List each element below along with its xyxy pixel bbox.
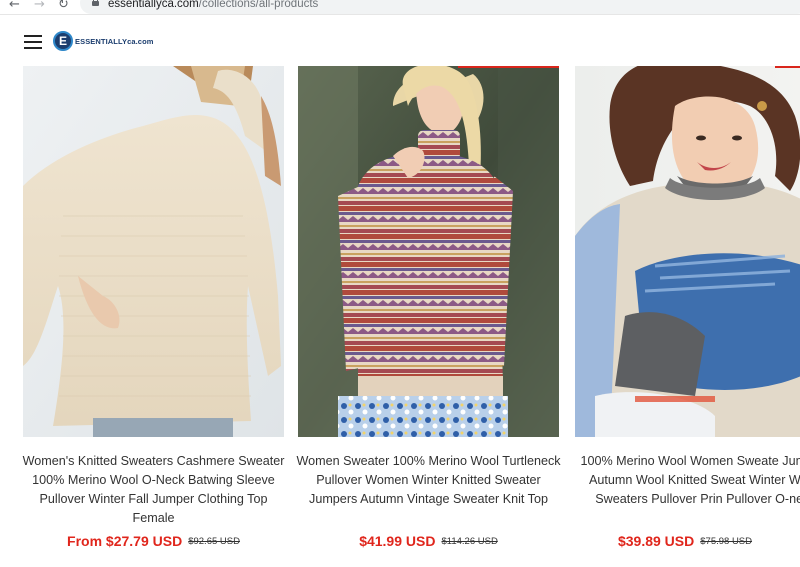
reload-icon[interactable]: ↻ xyxy=(58,0,69,12)
site-header: ESSENTIALLYca.com xyxy=(0,14,800,66)
product-image[interactable] xyxy=(298,66,559,437)
price-row: $41.99 USD $114.26 USD xyxy=(298,533,559,551)
url-path: /collections/all-products xyxy=(198,0,319,10)
product-card[interactable]: 100% Merino Wool Women Sweate Jumpers Au… xyxy=(575,66,800,567)
product-image[interactable] xyxy=(23,66,284,437)
lock-icon xyxy=(92,0,99,6)
browser-toolbar: ← → ↻ essentiallyca.com/collections/all-… xyxy=(0,0,800,14)
product-grid: Women's Knitted Sweaters Cashmere Sweate… xyxy=(0,66,800,567)
logo-mark-icon xyxy=(53,31,73,51)
product-card[interactable]: Women Sweater 100% Merino Wool Turtlenec… xyxy=(296,66,561,567)
price-row: $39.89 USD $75.98 USD xyxy=(575,533,795,551)
url-text: essentiallyca.com/collections/all-produc… xyxy=(108,0,318,10)
menu-icon[interactable] xyxy=(24,35,42,49)
compare-price: $114.26 USD xyxy=(441,536,498,547)
compare-price: $75.98 USD xyxy=(700,536,753,547)
site-logo[interactable]: ESSENTIALLYca.com xyxy=(53,31,154,51)
product-title[interactable]: 100% Merino Wool Women Sweate Jumpers Au… xyxy=(575,452,800,509)
product-price: $39.89 USD xyxy=(617,533,695,549)
url-domain: essentiallyca.com xyxy=(108,0,199,10)
product-price: From $27.79 USD xyxy=(67,533,183,549)
price-row: From $27.79 USD $92.65 USD xyxy=(23,533,284,551)
product-title[interactable]: Women Sweater 100% Merino Wool Turtlenec… xyxy=(292,452,565,509)
forward-arrow-icon[interactable]: → xyxy=(34,0,45,12)
product-price: $41.99 USD xyxy=(359,533,436,549)
product-card[interactable]: Women's Knitted Sweaters Cashmere Sweate… xyxy=(23,66,284,567)
product-image[interactable] xyxy=(575,66,800,437)
product-title[interactable]: Women's Knitted Sweaters Cashmere Sweate… xyxy=(17,452,290,528)
back-arrow-icon[interactable]: ← xyxy=(9,0,20,12)
logo-text: ESSENTIALLYca.com xyxy=(75,36,154,46)
address-bar[interactable]: essentiallyca.com/collections/all-produc… xyxy=(80,0,800,14)
compare-price: $92.65 USD xyxy=(188,536,240,547)
